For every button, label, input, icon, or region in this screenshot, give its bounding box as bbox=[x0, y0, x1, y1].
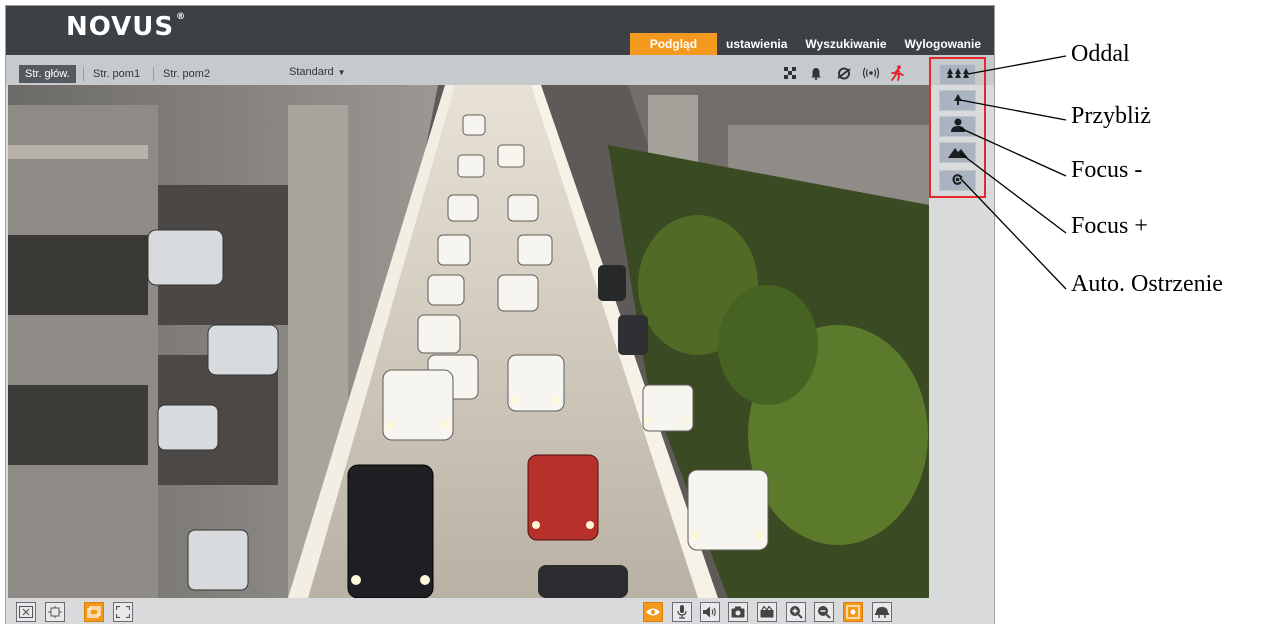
motion-detect-icon[interactable] bbox=[835, 65, 853, 81]
focus-near-person-icon bbox=[950, 117, 966, 136]
checker-icon[interactable] bbox=[781, 65, 799, 81]
focus-far-mountain-icon bbox=[947, 143, 968, 162]
bell-icon[interactable] bbox=[807, 65, 825, 81]
stream-tab-main[interactable]: Str. głów. bbox=[19, 65, 76, 83]
fit-window-icon[interactable] bbox=[45, 602, 65, 622]
stream-toolbar: Str. głów. Str. pom1 Str. pom2 Standard ▼ bbox=[6, 55, 994, 85]
callout-zoom-out: Oddal bbox=[1071, 41, 1130, 67]
image-mode-select[interactable]: Standard ▼ bbox=[289, 66, 346, 78]
running-person-icon[interactable] bbox=[888, 65, 906, 81]
record-icon[interactable] bbox=[757, 602, 777, 622]
live-video-feed[interactable] bbox=[8, 85, 929, 598]
speaker-icon[interactable] bbox=[700, 602, 720, 622]
dome-camera-icon[interactable] bbox=[872, 602, 892, 622]
zoom-out-button[interactable] bbox=[939, 64, 976, 85]
main-menu: Podgląd ustawienia Wyszukiwanie Wylogowa… bbox=[629, 33, 990, 55]
auto-focus-icon bbox=[951, 171, 965, 190]
wireless-icon[interactable] bbox=[862, 65, 880, 81]
top-header: NOVUS ® Podgląd ustawienia Wyszukiwanie W… bbox=[6, 6, 994, 55]
divider bbox=[83, 67, 84, 81]
digital-zoom-icon[interactable] bbox=[843, 602, 863, 622]
focus-near-button[interactable] bbox=[939, 116, 976, 137]
original-size-icon[interactable] bbox=[84, 602, 104, 622]
callout-focus-near: Focus - bbox=[1071, 157, 1143, 183]
stream-tab-sub1[interactable]: Str. pom1 bbox=[87, 65, 146, 83]
zoom-in-icon[interactable] bbox=[786, 602, 806, 622]
tab-wylogowanie[interactable]: Wylogowanie bbox=[895, 33, 990, 55]
zoom-in-button[interactable] bbox=[939, 90, 976, 111]
focus-far-button[interactable] bbox=[939, 142, 976, 163]
fullscreen-exit-icon[interactable] bbox=[16, 602, 36, 622]
bottom-toolbar bbox=[6, 598, 994, 624]
microphone-icon[interactable] bbox=[672, 602, 692, 622]
ptz-lens-panel bbox=[929, 57, 986, 198]
snapshot-icon[interactable] bbox=[728, 602, 748, 622]
callout-zoom-in: Przybliż bbox=[1071, 103, 1151, 129]
zoom-out-trees-icon bbox=[946, 65, 969, 84]
zoom-in-tree-icon bbox=[953, 91, 963, 110]
callout-auto-focus: Auto. Ostrzenie bbox=[1071, 271, 1223, 297]
ptz-eye-icon[interactable] bbox=[643, 602, 663, 622]
novus-logo: NOVUS ® bbox=[66, 12, 187, 42]
tab-ustawienia[interactable]: ustawienia bbox=[717, 33, 797, 55]
zoom-out-icon[interactable] bbox=[814, 602, 834, 622]
auto-focus-button[interactable] bbox=[939, 170, 976, 191]
fullscreen-icon[interactable] bbox=[113, 602, 133, 622]
stream-tab-sub2[interactable]: Str. pom2 bbox=[157, 65, 216, 83]
camera-web-ui: NOVUS ® Podgląd ustawienia Wyszukiwanie W… bbox=[5, 5, 995, 624]
callout-focus-far: Focus + bbox=[1071, 213, 1148, 239]
tab-wyszukiwanie[interactable]: Wyszukiwanie bbox=[796, 33, 896, 55]
tab-podglad[interactable]: Podgląd bbox=[629, 33, 718, 55]
divider bbox=[153, 67, 154, 81]
